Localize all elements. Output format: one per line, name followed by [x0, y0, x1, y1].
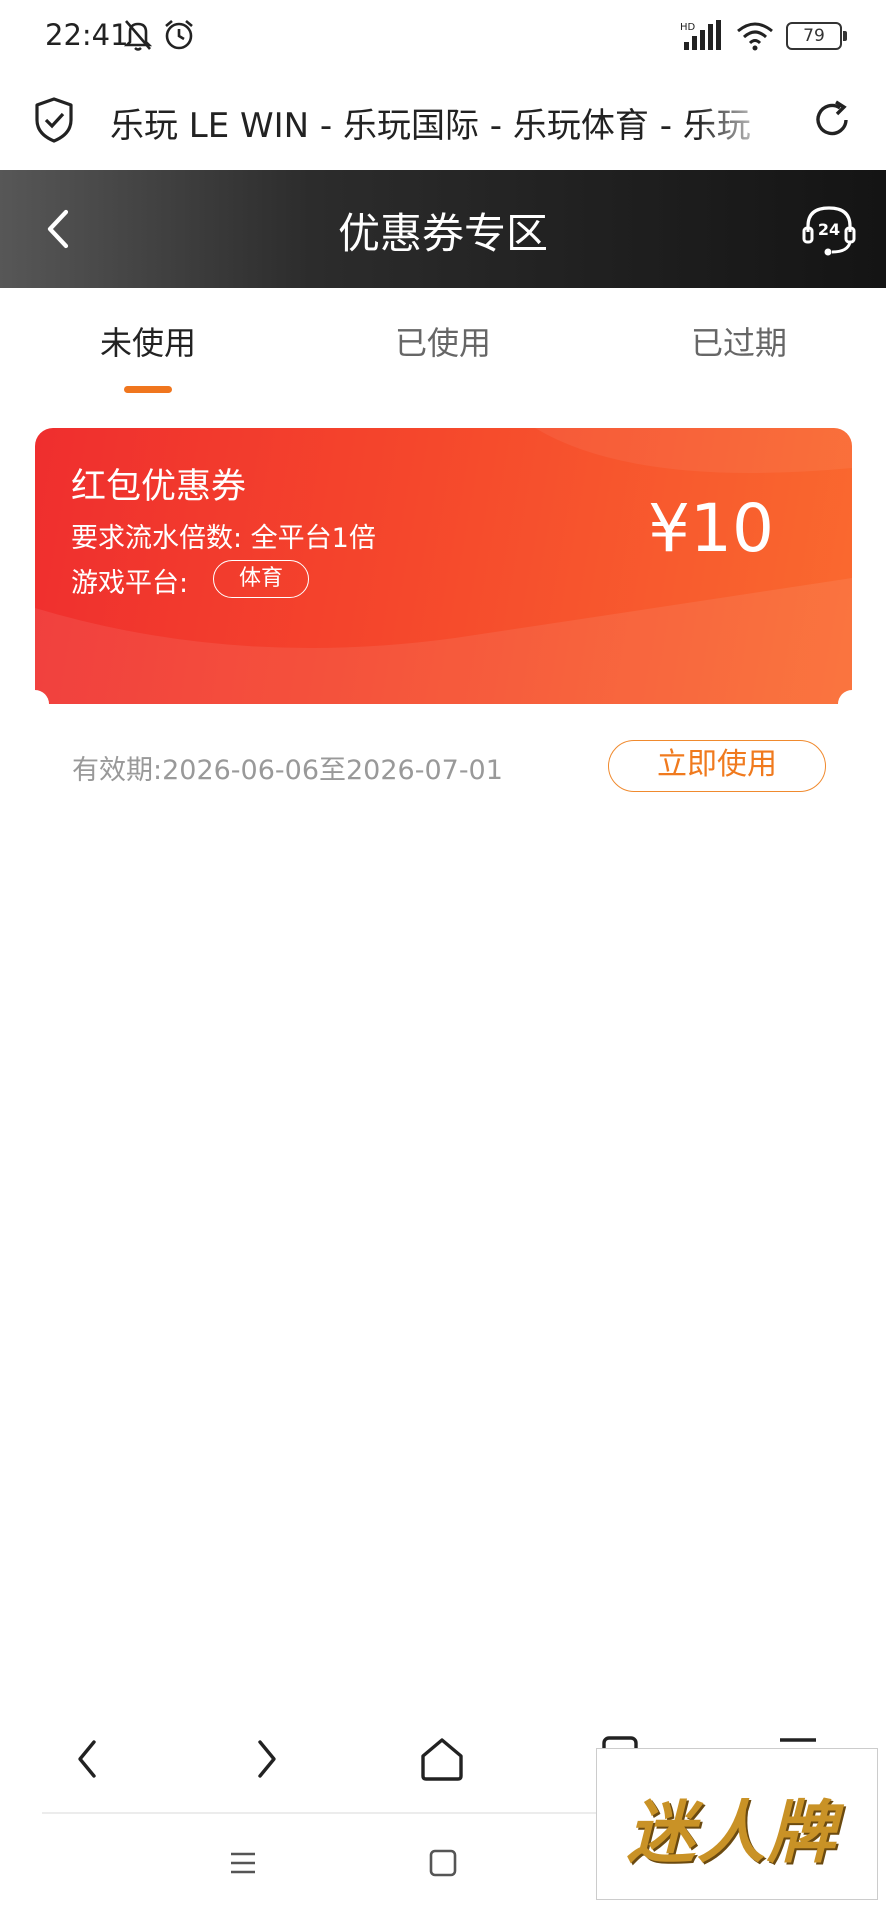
browser-home-icon[interactable] [412, 1728, 472, 1790]
coupon-wagering-requirement: 要求流水倍数: 全平台1倍 [71, 523, 376, 554]
network-label: HD [680, 22, 696, 33]
watermark: 迷人牌 [596, 1748, 878, 1900]
coupon-platform-label: 游戏平台: [71, 568, 189, 599]
app-header: 优惠券专区 24 [0, 170, 886, 288]
use-now-button[interactable]: 立即使用 [608, 740, 826, 792]
coupon-name: 红包优惠券 [71, 467, 247, 507]
status-bar: 22:41 HD 79 [0, 0, 886, 78]
browser-forward-icon[interactable] [236, 1728, 296, 1790]
browser-url-bar: 乐玩 LE WIN - 乐玩国际 - 乐玩体育 - 乐玩 [0, 78, 886, 170]
alarm-icon [165, 20, 193, 50]
coupon-platform-tag: 体育 [213, 560, 309, 598]
coupon-status-tabs: 未使用 已使用 已过期 [0, 288, 886, 398]
tab-used[interactable]: 已使用 [343, 318, 543, 364]
battery-icon: 79 [786, 22, 847, 50]
reload-icon[interactable] [810, 96, 854, 144]
page-title: 优惠券专区 [337, 209, 548, 258]
wifi-icon [737, 22, 773, 51]
mute-bell-icon [123, 20, 153, 51]
coupon-card[interactable]: 红包优惠券 要求流水倍数: 全平台1倍 游戏平台: 体育 ¥10 [35, 428, 852, 704]
tab-unused[interactable]: 未使用 [48, 318, 248, 364]
active-tab-indicator [124, 386, 172, 393]
page-title-url[interactable]: 乐玩 LE WIN - 乐玩国际 - 乐玩体育 - 乐玩 [110, 98, 778, 147]
coupon-amount: ¥10 [648, 490, 774, 567]
customer-service-24h-icon[interactable]: 24 [800, 200, 858, 258]
system-home-icon[interactable] [428, 1848, 458, 1878]
watermark-text: 迷人牌 [627, 1794, 838, 1873]
svg-text:24: 24 [818, 220, 840, 239]
recent-apps-icon[interactable] [228, 1848, 258, 1878]
security-shield-icon[interactable] [32, 96, 76, 144]
browser-back-icon[interactable] [58, 1728, 118, 1790]
coupon-validity: 有效期:2026-06-06至2026-07-01 [72, 755, 503, 786]
status-time: 22:41 [45, 18, 129, 52]
tab-expired[interactable]: 已过期 [639, 318, 839, 364]
signal-icon: HD [680, 20, 721, 50]
